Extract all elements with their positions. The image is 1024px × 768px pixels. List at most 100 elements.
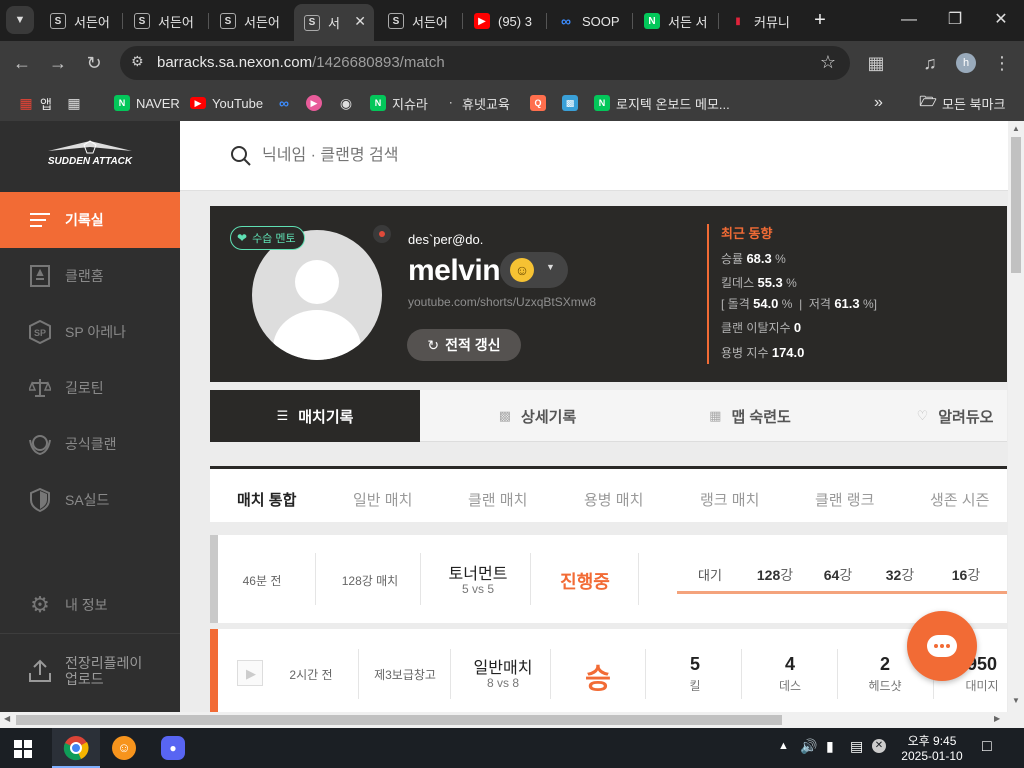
browser-tab[interactable]: ∞ SOOP xyxy=(548,7,630,35)
minimize-button[interactable]: — xyxy=(896,8,922,32)
upload-icon xyxy=(28,659,52,683)
scroll-left-arrow[interactable]: ◀ xyxy=(4,714,10,723)
address-bar[interactable]: ⚙ barracks.sa.nexon.com/1426680893/match… xyxy=(120,46,850,80)
microphone-icon[interactable]: ▮ xyxy=(826,738,834,755)
browser-tab[interactable]: S 서든어 xyxy=(124,7,206,35)
windows-start-icon[interactable] xyxy=(14,740,32,758)
volume-icon[interactable]: 🔊 xyxy=(800,738,817,755)
profile-link[interactable]: youtube.com/shorts/UzxqBtSXmw8 xyxy=(408,295,596,309)
media-control-icon[interactable]: ♫ xyxy=(918,51,942,75)
close-window-button[interactable]: ✕ xyxy=(988,8,1014,32)
chrome-taskbar-icon[interactable] xyxy=(52,728,100,768)
bookmark-star-icon[interactable]: ☆ xyxy=(820,52,836,73)
messenger-taskbar-icon[interactable]: ☺ xyxy=(112,736,136,760)
bookmark-globe[interactable]: ◉ xyxy=(338,91,360,115)
back-button[interactable]: ← xyxy=(10,51,34,75)
sidebar-item-my-info[interactable]: ⚙ 내 정보 xyxy=(0,577,180,633)
browser-tab[interactable]: S 서든어 xyxy=(378,7,460,35)
divider xyxy=(638,553,639,605)
subtab-survival-season[interactable]: 생존 시즌 xyxy=(930,489,989,510)
browser-tab[interactable]: N 서든 서 xyxy=(634,7,716,35)
browser-tab-active[interactable]: S 서 ✕ xyxy=(294,4,374,41)
browser-tab[interactable]: ▶ (95) 3 xyxy=(464,7,544,35)
sidebar-item-sa-shield[interactable]: SA실드 xyxy=(0,472,180,528)
new-tab-button[interactable]: + xyxy=(808,8,832,32)
vertical-scrollbar[interactable]: ▲ ▼ xyxy=(1008,121,1024,712)
kills-label: 킬 xyxy=(689,679,701,693)
clock-time[interactable]: 오후 9:45 xyxy=(900,732,964,749)
scroll-up-arrow[interactable]: ▲ xyxy=(1012,124,1020,133)
reload-button[interactable]: ↻ xyxy=(82,51,106,75)
bookmark-search[interactable]: Q xyxy=(530,91,552,115)
network-icon[interactable]: ▤ xyxy=(850,738,863,755)
all-bookmarks-folder[interactable]: 🗁 모든 북마크 xyxy=(919,91,1005,115)
sidebar-item-upload-replay[interactable]: 전장리플레이 업로드 xyxy=(0,641,180,701)
clock-date[interactable]: 2025-01-10 xyxy=(896,749,968,763)
subtab-merc-match[interactable]: 용병 매치 xyxy=(584,489,643,510)
search-input[interactable] xyxy=(262,141,862,171)
sidebar-item-clanhome[interactable]: 클랜홈 xyxy=(0,248,180,304)
bookmark-logitech[interactable]: N 로지텍 온보드 메모... xyxy=(594,91,730,115)
sudden-attack-logo[interactable]: SUDDEN ATTACK xyxy=(40,137,140,173)
browser-tab[interactable]: S 서든어 xyxy=(40,7,120,35)
tab-duo[interactable]: ♡ 알려듀오 xyxy=(870,390,1008,442)
tab-separator xyxy=(546,13,547,29)
tab-map-proficiency[interactable]: ▦ 맵 숙련도 xyxy=(655,390,845,442)
subtab-clan-rank[interactable]: 클랜 랭크 xyxy=(815,489,874,510)
bookmark-soop[interactable]: ∞ xyxy=(276,91,298,115)
scroll-thumb[interactable] xyxy=(1011,137,1021,273)
bookmark-apps[interactable]: ▦ 앱 xyxy=(18,91,52,115)
scroll-thumb[interactable] xyxy=(16,715,782,725)
replay-play-button[interactable]: ▶ xyxy=(237,660,263,686)
tab-detail-records[interactable]: ▩ 상세기록 xyxy=(420,390,655,442)
subtab-rank-match[interactable]: 랭크 매치 xyxy=(700,489,759,510)
restore-button[interactable]: ❐ xyxy=(942,8,968,32)
subtab-normal-match[interactable]: 일반 매치 xyxy=(353,489,412,510)
tab-match-records[interactable]: ☰ 매치기록 xyxy=(210,390,420,442)
subtab-clan-match[interactable]: 클랜 매치 xyxy=(468,489,527,510)
bookmark-pattern[interactable]: ▩ xyxy=(562,91,584,115)
divider xyxy=(358,649,359,699)
tab-search-button[interactable]: ▼ xyxy=(6,6,34,34)
horizontal-scrollbar[interactable]: ◀ ▶ xyxy=(0,712,1024,728)
profile-avatar[interactable]: h xyxy=(956,53,976,73)
bracket-64: 64강 xyxy=(823,567,853,583)
sidebar-item-records[interactable]: 기록실 xyxy=(0,192,180,248)
browser-tab[interactable]: ▮ 커뮤니 xyxy=(720,7,802,35)
sidebar-item-sp-arena[interactable]: SP SP 아레나 xyxy=(0,304,180,360)
discord-taskbar-icon[interactable]: ● xyxy=(161,736,185,760)
chat-button[interactable] xyxy=(907,611,977,681)
notification-icon[interactable]: □ xyxy=(982,738,992,756)
refresh-record-button[interactable]: ↻ 전적 갱신 xyxy=(407,329,521,361)
subtab-all-matches[interactable]: 매치 통합 xyxy=(237,489,296,510)
site-info-icon[interactable]: ⚙ xyxy=(131,53,144,70)
tray-chevron-up-icon[interactable]: ▲ xyxy=(778,740,789,752)
page-content: SUDDEN ATTACK 기록실 클랜홈 SP SP 아레나 길로틴 공식클랜… xyxy=(0,121,1008,712)
bookmark-play[interactable]: ▶ xyxy=(306,91,328,115)
extensions-icon[interactable]: ▦ xyxy=(864,51,888,75)
headshots-label: 헤드샷 xyxy=(868,679,902,693)
bookmark-youtube[interactable]: ▶ YouTube xyxy=(190,91,263,115)
bookmark-jisyura[interactable]: N 지슈라 xyxy=(370,91,428,115)
scroll-down-arrow[interactable]: ▼ xyxy=(1012,696,1020,705)
bookmark-grid[interactable]: ▦ xyxy=(66,91,88,115)
match-result: 승 xyxy=(585,663,611,694)
bookmark-naver[interactable]: N NAVER xyxy=(114,91,180,115)
emblem-dropdown[interactable]: ☺ ▼ xyxy=(500,252,568,288)
list-icon: ☰ xyxy=(276,408,289,423)
sidebar-item-guillotine[interactable]: 길로틴 xyxy=(0,360,180,416)
bookmark-hunet[interactable]: · 휴넷교육 xyxy=(446,91,510,115)
menu-kebab-icon[interactable]: ⋮ xyxy=(990,51,1014,75)
match-row-tournament[interactable]: 46분 전 128강 매치 토너먼트 5 vs 5 진행중 대기 128강 64… xyxy=(210,535,1007,623)
more-bookmarks-icon[interactable]: » xyxy=(874,91,883,115)
browser-tab[interactable]: S 서든어 xyxy=(210,7,292,35)
sidebar-item-official-clan[interactable]: 공식클랜 xyxy=(0,416,180,472)
network-error-icon[interactable]: ✕ xyxy=(872,739,886,753)
forward-button[interactable]: → xyxy=(46,51,70,75)
close-tab-icon[interactable]: ✕ xyxy=(354,13,366,30)
bracket-32: 32강 xyxy=(885,567,915,583)
youtube-icon: ▶ xyxy=(190,97,206,109)
match-row-win[interactable]: ▶ 2시간 전 제3보급창고 일반매치 8 vs 8 승 5 킬 4 데스 2 … xyxy=(210,629,1007,712)
scroll-right-arrow[interactable]: ▶ xyxy=(994,714,1000,723)
badge-icon xyxy=(28,432,52,456)
